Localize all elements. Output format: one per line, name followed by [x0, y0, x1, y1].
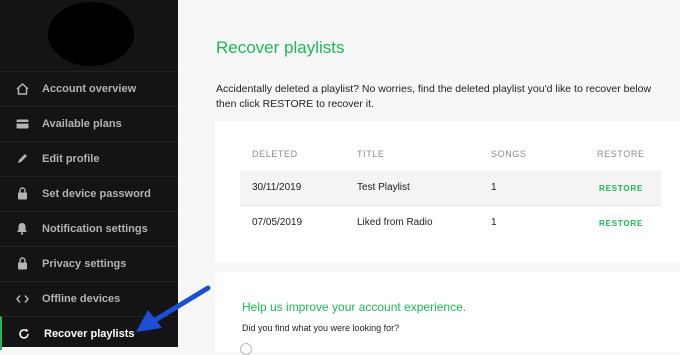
header-restore: RESTORE — [597, 149, 645, 159]
table-row: 30/11/2019 Test Playlist 1 RESTORE — [240, 171, 661, 205]
sidebar-item-edit-profile[interactable]: Edit profile — [0, 141, 178, 175]
lock-icon — [15, 187, 29, 201]
feedback-radio[interactable] — [240, 343, 252, 355]
sidebar-item-label: Privacy settings — [42, 257, 127, 270]
restore-button[interactable]: RESTORE — [599, 219, 643, 228]
sidebar-item-label: Notification settings — [42, 222, 148, 235]
sidebar-item-label: Offline devices — [42, 292, 121, 305]
sidebar-item-set-device-password[interactable]: Set device password — [0, 176, 178, 210]
header-deleted: DELETED — [252, 149, 298, 159]
intro-text: Accidentally deleted a playlist? No worr… — [216, 83, 652, 110]
sidebar-item-label: Edit profile — [42, 152, 100, 165]
playlist-title: Test Playlist — [357, 182, 410, 193]
feedback-question: Did you find what you were looking for? — [242, 323, 400, 333]
header-songs: SONGS — [491, 149, 527, 159]
feedback-title: Help us improve your account experience. — [242, 300, 467, 314]
playlist-title: Liked from Radio — [357, 217, 433, 228]
card-icon — [15, 117, 29, 131]
restore-button[interactable]: RESTORE — [599, 184, 643, 193]
deleted-date: 07/05/2019 — [252, 217, 303, 228]
annotation-arrow-icon — [136, 285, 211, 332]
lock-icon — [15, 257, 29, 271]
refresh-icon — [17, 327, 31, 341]
table-row: 07/05/2019 Liked from Radio 1 RESTORE — [240, 206, 661, 240]
page-title: Recover playlists — [216, 38, 345, 57]
song-count: 1 — [491, 217, 497, 228]
sidebar-item-available-plans[interactable]: Available plans — [0, 106, 178, 140]
bell-icon — [15, 222, 29, 236]
code-icon — [15, 292, 29, 306]
sidebar-item-label: Account overview — [42, 82, 137, 95]
feedback-card: Help us improve your account experience.… — [215, 272, 680, 355]
main-content: Recover playlists Accidentally deleted a… — [178, 0, 680, 355]
sidebar-item-notification-settings[interactable]: Notification settings — [0, 211, 178, 245]
sidebar-item-privacy-settings[interactable]: Privacy settings — [0, 246, 178, 280]
pencil-icon — [15, 152, 29, 166]
avatar[interactable] — [48, 2, 134, 66]
sidebar-item-account-overview[interactable]: Account overview — [0, 71, 178, 105]
sidebar-item-label: Set device password — [42, 187, 151, 200]
sidebar-item-label: Available plans — [42, 117, 122, 130]
header-title: TITLE — [357, 149, 385, 159]
home-icon — [15, 82, 29, 96]
deleted-date: 30/11/2019 — [252, 182, 302, 193]
recover-table-card: DELETED TITLE SONGS RESTORE 30/11/2019 T… — [215, 121, 680, 262]
song-count: 1 — [491, 182, 497, 193]
sidebar-item-label: Recover playlists — [44, 327, 135, 340]
